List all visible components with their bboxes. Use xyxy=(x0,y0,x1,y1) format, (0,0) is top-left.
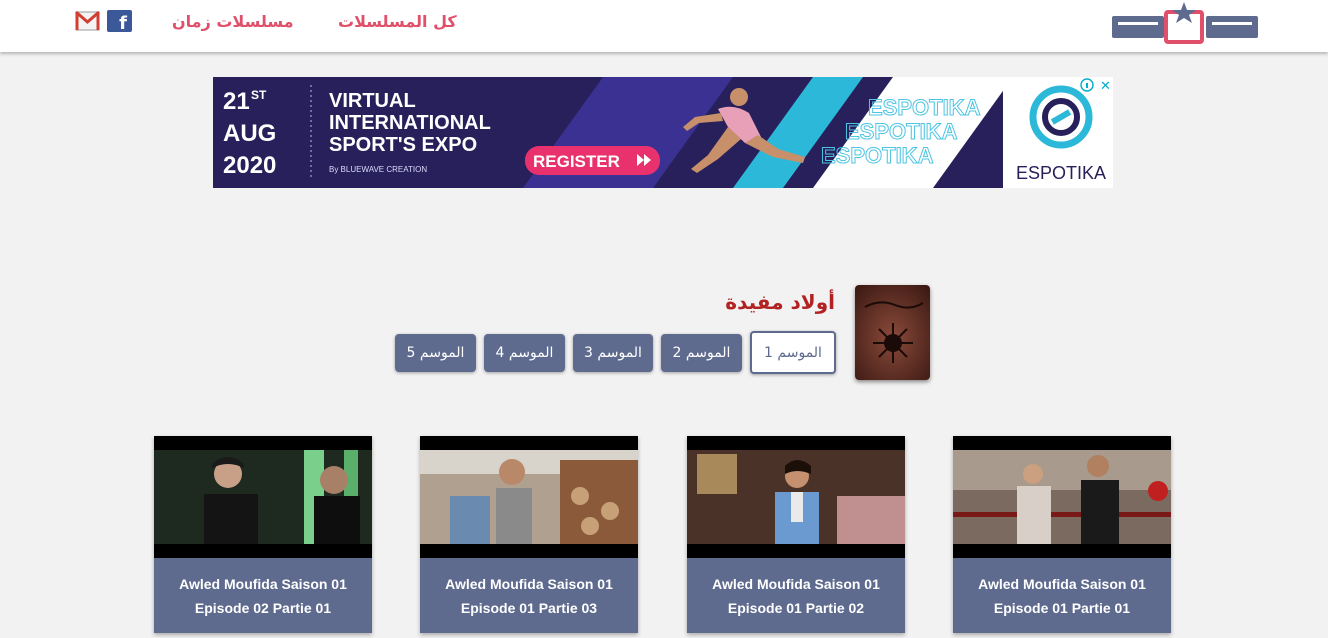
episode-card[interactable]: Awled Moufida Saison 01 Episode 01 Parti… xyxy=(953,436,1171,633)
nav-old-series-link[interactable]: مسلسلات زمان xyxy=(172,12,294,31)
ad-brand: ESPOTIKA xyxy=(1016,163,1106,183)
episode-thumbnail xyxy=(154,436,372,558)
season-2-tab[interactable]: الموسم 2 xyxy=(661,334,742,372)
season-1-tab[interactable]: الموسم 1 xyxy=(750,331,836,374)
episode-title: Awled Moufida Saison 01 Episode 01 Parti… xyxy=(978,576,1146,616)
ad-headline-2: INTERNATIONAL xyxy=(329,112,491,134)
gmail-icon[interactable] xyxy=(75,10,100,32)
season-4-tab[interactable]: الموسم 4 xyxy=(484,334,565,372)
ad-brand-watermark-2: ESPOTIKA xyxy=(845,119,958,144)
ad-headline-3: SPORT'S EXPO xyxy=(329,134,477,156)
ad-register-label: REGISTER xyxy=(533,152,620,171)
ad-brand-watermark-1: ESPOTIKA xyxy=(868,95,981,120)
ad-date-suffix: ST xyxy=(251,88,267,102)
ad-date-month: AUG xyxy=(223,120,276,147)
episode-card[interactable]: Awled Moufida Saison 01 Episode 02 Parti… xyxy=(154,436,372,633)
ad-date-year: 2020 xyxy=(223,152,276,179)
ad-close-icon: ✕ xyxy=(1100,79,1111,94)
episode-thumbnail xyxy=(420,436,638,558)
episode-card[interactable]: Awled Moufida Saison 01 Episode 01 Parti… xyxy=(687,436,905,633)
episode-card[interactable]: Awled Moufida Saison 01 Episode 01 Parti… xyxy=(420,436,638,633)
top-navbar: كل المسلسلات مسلسلات زمان f xyxy=(0,0,1328,52)
episode-title: Awled Moufida Saison 01 Episode 02 Parti… xyxy=(179,576,347,616)
nav-all-series-link[interactable]: كل المسلسلات xyxy=(338,12,457,31)
ad-banner[interactable]: 21 ST AUG 2020 VIRTUAL INTERNATIONAL SPO… xyxy=(213,77,1113,188)
site-logo[interactable] xyxy=(1108,2,1262,44)
ad-byline: By BLUEWAVE CREATION xyxy=(329,165,427,174)
series-title: أولاد مفيدة xyxy=(725,290,835,314)
ad-brand-watermark-3: ESPOTIKA xyxy=(821,143,934,168)
facebook-icon[interactable]: f xyxy=(107,10,132,32)
season-5-tab[interactable]: الموسم 5 xyxy=(395,334,476,372)
series-poster xyxy=(855,285,930,380)
ad-banner-graphic: 21 ST AUG 2020 VIRTUAL INTERNATIONAL SPO… xyxy=(213,77,1113,188)
episode-thumbnail xyxy=(953,436,1171,558)
svg-text:f: f xyxy=(119,13,127,32)
episode-title: Awled Moufida Saison 01 Episode 01 Parti… xyxy=(445,576,613,616)
episode-title: Awled Moufida Saison 01 Episode 01 Parti… xyxy=(712,576,880,616)
ad-headline-1: VIRTUAL xyxy=(329,90,416,112)
season-3-tab[interactable]: الموسم 3 xyxy=(573,334,653,372)
ad-date-day: 21 xyxy=(223,88,250,115)
episode-thumbnail xyxy=(687,436,905,558)
